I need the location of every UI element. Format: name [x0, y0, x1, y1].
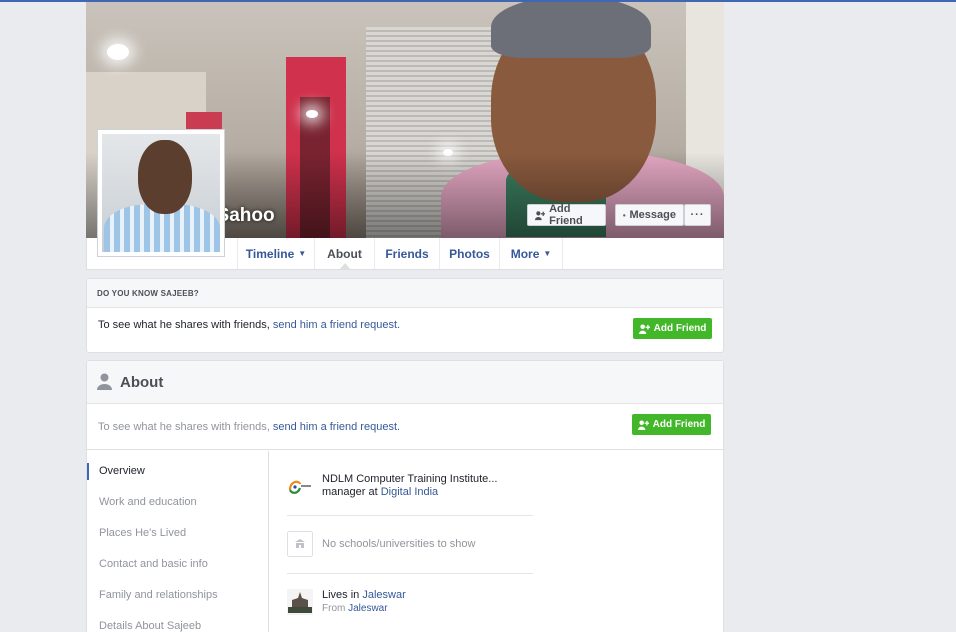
cover-lamp — [107, 44, 129, 60]
person-icon — [97, 373, 112, 390]
about-message-text: To see what he shares with friends, — [98, 421, 273, 433]
cover-add-friend-label: Add Friend — [549, 203, 583, 227]
about-message-row: To see what he shares with friends, send… — [87, 404, 723, 450]
caret-down-icon: ▼ — [543, 249, 552, 258]
sidebar-item-places-lived[interactable]: Places He's Lived — [99, 527, 186, 539]
sidebar-item-work-education[interactable]: Work and education — [99, 496, 197, 508]
work-company-link[interactable]: Digital India — [381, 486, 438, 498]
about-message: To see what he shares with friends, send… — [98, 421, 400, 433]
sidebar-item-details[interactable]: Details About Sajeeb — [99, 620, 201, 632]
about-add-friend-label: Add Friend — [652, 419, 706, 430]
tab-friends-label: Friends — [385, 246, 429, 261]
tab-more-label: More — [510, 246, 540, 261]
about-title: About — [120, 374, 164, 391]
tab-more[interactable]: More ▼ — [499, 238, 563, 269]
profile-picture[interactable] — [97, 129, 225, 257]
school-text: No schools/universities to show — [322, 538, 476, 550]
do-you-know-card: DO YOU KNOW SAJEEB? To see what he share… — [86, 278, 724, 353]
divider — [287, 573, 533, 574]
add-friend-icon — [638, 323, 650, 334]
add-friend-icon — [637, 419, 649, 430]
tab-photos-label: Photos — [449, 246, 490, 261]
work-text: NDLM Computer Training Institute... mana… — [322, 473, 497, 499]
lives-prefix: Lives in — [322, 589, 363, 601]
current-city-link[interactable]: Jaleswar — [362, 589, 405, 601]
cover-message-button[interactable]: Message — [615, 204, 684, 226]
about-card: About To see what he shares with friends… — [86, 360, 724, 632]
school-icon — [287, 531, 313, 557]
do-you-know-heading: DO YOU KNOW SAJEEB? — [87, 279, 723, 308]
tab-friends[interactable]: Friends — [374, 238, 439, 269]
tab-timeline-label: Timeline — [245, 246, 295, 261]
caret-down-icon: ▼ — [298, 249, 307, 258]
active-section-indicator — [87, 463, 89, 480]
cover-add-friend-button[interactable]: Add Friend — [527, 203, 606, 227]
more-dots-icon: ··· — [690, 209, 705, 221]
hometown-link[interactable]: Jaleswar — [348, 603, 387, 614]
cover-message-label: Message — [629, 209, 676, 221]
from-prefix: From — [322, 603, 349, 614]
about-add-friend-button[interactable]: Add Friend — [632, 414, 711, 435]
know-add-friend-label: Add Friend — [653, 323, 707, 334]
divider — [287, 515, 533, 516]
tab-about-label: About — [327, 246, 362, 261]
know-message: To see what he shares with friends, send… — [98, 319, 400, 331]
digital-india-logo-icon[interactable] — [287, 473, 313, 499]
sidebar-item-contact-info[interactable]: Contact and basic info — [99, 558, 208, 570]
send-friend-request-link[interactable]: send him a friend request. — [273, 319, 400, 331]
avatar — [102, 134, 220, 252]
work-position: manager at — [322, 486, 381, 498]
know-message-text: To see what he shares with friends, — [98, 319, 273, 331]
sidebar-item-overview[interactable]: Overview — [99, 465, 145, 477]
cover-person-cap — [491, 2, 651, 58]
active-tab-indicator — [339, 263, 351, 270]
work-employer[interactable]: NDLM Computer Training Institute... — [322, 473, 497, 486]
place-icon[interactable] — [287, 589, 313, 615]
sidebar-item-family[interactable]: Family and relationships — [99, 589, 218, 601]
about-sidebar: Overview Work and education Places He's … — [87, 451, 269, 632]
tab-timeline[interactable]: Timeline ▼ — [237, 238, 314, 269]
cover-more-button[interactable]: ··· — [684, 204, 711, 226]
know-add-friend-button[interactable]: Add Friend — [633, 318, 712, 339]
lives-text: Lives in Jaleswar From Jaleswar — [322, 589, 406, 615]
about-header: About — [87, 361, 723, 404]
add-friend-icon — [535, 210, 546, 220]
send-friend-request-link[interactable]: send him a friend request. — [273, 421, 400, 433]
tab-photos[interactable]: Photos — [439, 238, 499, 269]
cover-lamp — [306, 110, 318, 118]
messenger-icon — [623, 213, 626, 217]
